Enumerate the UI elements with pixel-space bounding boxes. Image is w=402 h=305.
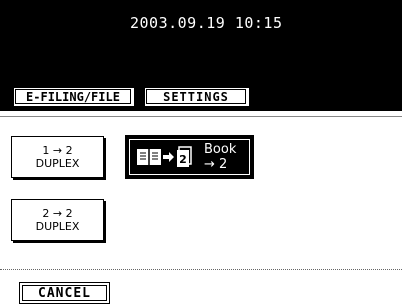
- duplex-2-to-2-button[interactable]: 2 → 2 DUPLEX: [11, 199, 104, 241]
- duplex-1-to-2-label-bottom: DUPLEX: [35, 157, 80, 170]
- arrow-right-icon: [163, 152, 174, 162]
- cancel-button-label: CANCEL: [22, 285, 107, 301]
- status-header: 2003.09.19 10:15 E-FILING/FILE SETTINGS: [0, 0, 402, 111]
- duplex-1-to-2-button[interactable]: 1 → 2 DUPLEX: [11, 136, 104, 178]
- duplex-page-icon: 2: [177, 146, 192, 167]
- tab-settings-label: SETTINGS: [146, 89, 246, 104]
- book-to-2-button[interactable]: 2 Book → 2: [125, 135, 254, 179]
- book-to-2-label: Book → 2: [204, 142, 237, 172]
- date-time-display: 2003.09.19 10:15: [130, 14, 283, 32]
- tab-settings[interactable]: SETTINGS: [142, 85, 250, 107]
- duplex-1-to-2-label-top: 1 → 2: [42, 144, 73, 157]
- svg-text:2: 2: [179, 153, 187, 166]
- header-divider: [0, 116, 402, 117]
- tab-e-filing-file[interactable]: E-FILING/FILE: [11, 85, 135, 107]
- open-book-icon: [137, 149, 161, 165]
- duplex-2-to-2-label-bottom: DUPLEX: [35, 220, 80, 233]
- footer-divider: [0, 269, 402, 270]
- duplex-2-to-2-label-top: 2 → 2: [42, 207, 73, 220]
- tab-e-filing-file-label: E-FILING/FILE: [15, 89, 131, 104]
- cancel-button[interactable]: CANCEL: [19, 282, 110, 304]
